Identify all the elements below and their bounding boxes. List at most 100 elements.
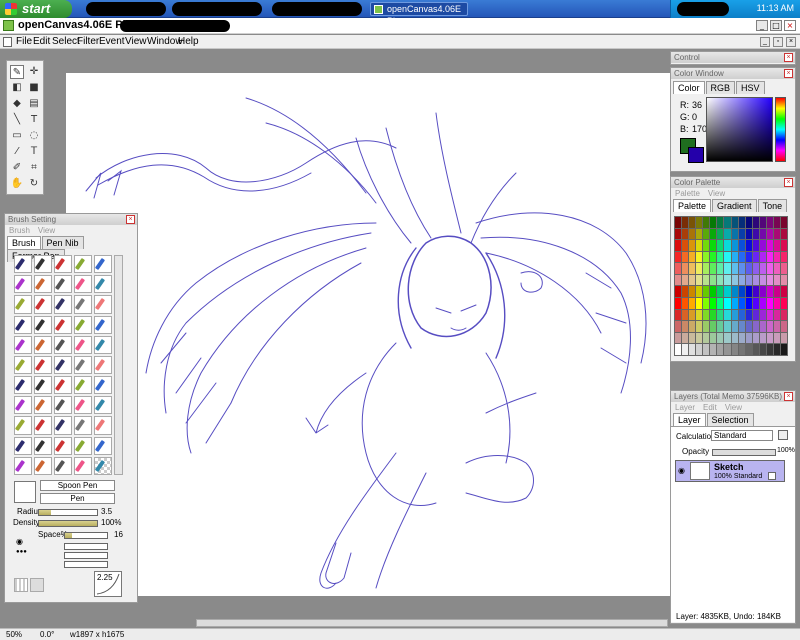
palette-swatch[interactable] [745,286,752,298]
palette-swatch[interactable] [752,217,759,228]
palette-swatch[interactable] [724,240,731,251]
brush-preset[interactable] [74,355,92,375]
palette-swatch[interactable] [703,309,710,321]
menu-filter[interactable]: Filter [77,36,99,47]
gradient-tool-icon[interactable]: ▤ [27,97,41,111]
rect-select-tool-icon[interactable]: ▭ [10,129,24,143]
start-button[interactable]: start [0,0,72,18]
palette-swatch[interactable] [766,263,773,274]
palette-swatch[interactable] [717,274,724,286]
lock-icon[interactable] [778,430,788,440]
color-window-close-icon[interactable]: × [784,69,793,78]
palette-swatch[interactable] [717,228,724,240]
brush-preset[interactable] [94,456,112,475]
menu-palette[interactable]: Palette [675,189,700,198]
palette-swatch[interactable] [689,228,696,240]
brush-preset[interactable] [54,255,72,274]
palette-swatch[interactable] [738,240,745,251]
brush-preset[interactable] [34,376,52,395]
color-palette-close-icon[interactable]: × [784,178,793,187]
foreground-color-swatch[interactable] [688,147,704,163]
brush-preset[interactable] [94,436,112,455]
palette-swatch[interactable] [752,263,759,274]
palette-swatch[interactable] [780,298,787,309]
palette-swatch[interactable] [773,263,780,274]
brush-setting-close-icon[interactable]: × [126,215,135,224]
palette-swatch[interactable] [780,274,787,286]
palette-swatch[interactable] [780,286,787,298]
palette-swatch[interactable] [745,332,752,344]
brush-preset[interactable] [94,396,112,415]
brush-grid-scrollbar[interactable] [114,255,123,475]
brush-preset[interactable] [54,295,72,314]
brush-name-field[interactable]: Spoon Pen [40,480,115,491]
palette-swatch[interactable] [745,309,752,321]
menu-view[interactable]: View [38,226,55,235]
eyedropper-tool-icon[interactable]: ✐ [10,161,24,175]
palette-swatch[interactable] [766,251,773,263]
menu-view[interactable]: View [725,403,742,412]
brush-preset[interactable] [54,396,72,415]
palette-swatch[interactable] [752,274,759,286]
brush-preset[interactable] [14,456,32,475]
menu-view[interactable]: View [125,36,147,47]
palette-swatch[interactable] [724,263,731,274]
palette-swatch[interactable] [724,228,731,240]
palette-swatch[interactable] [675,298,682,309]
text-vertical-tool-icon[interactable]: Ｔ [27,145,41,159]
drawing-canvas[interactable] [66,73,670,596]
palette-swatch[interactable] [752,240,759,251]
palette-swatch[interactable] [752,251,759,263]
brush-preset[interactable] [74,315,92,334]
palette-swatch[interactable] [745,251,752,263]
tab-layer[interactable]: Layer [673,413,706,426]
brush-preset[interactable] [94,315,112,334]
close-button[interactable]: × [784,20,796,31]
menu-help[interactable]: Help [178,36,199,47]
palette-swatch[interactable] [724,332,731,344]
palette-swatch[interactable] [759,332,766,344]
menu-edit[interactable]: Edit [703,403,717,412]
taskbar-task-opencanvas[interactable]: openCanvas4.06E Plus [370,2,468,26]
tab-pen-nib[interactable]: Pen Nib [41,236,84,249]
palette-swatch[interactable] [717,240,724,251]
rotate-tool-icon[interactable]: ↻ [27,177,41,191]
palette-swatch[interactable] [731,251,738,263]
palette-swatch[interactable] [717,332,724,344]
brush-preset[interactable] [74,436,92,455]
palette-swatch[interactable] [703,251,710,263]
brush-preset[interactable] [54,436,72,455]
tab-color[interactable]: Color [673,81,705,94]
doc-minimize-button[interactable]: _ [760,37,770,47]
palette-swatch[interactable] [731,344,738,355]
doc-close-button[interactable]: × [786,37,796,47]
texture-icon[interactable] [14,578,28,592]
palette-swatch[interactable] [766,240,773,251]
brush-preset[interactable] [54,376,72,395]
palette-swatch[interactable] [696,321,703,332]
doc-restore-button[interactable]: ▫ [773,37,783,47]
brush-preset[interactable] [74,275,92,294]
palette-swatch-grid[interactable] [674,216,788,356]
palette-swatch[interactable] [675,309,682,321]
brush-preset[interactable] [74,376,92,395]
palette-swatch[interactable] [745,263,752,274]
palette-swatch[interactable] [689,344,696,355]
tab-gradient[interactable]: Gradient [712,199,757,212]
palette-swatch[interactable] [731,217,738,228]
palette-swatch[interactable] [675,217,682,228]
palette-swatch[interactable] [766,332,773,344]
palette-swatch[interactable] [738,263,745,274]
palette-swatch[interactable] [682,286,689,298]
hue-slider[interactable] [775,97,786,162]
brush-preset[interactable] [54,335,72,354]
brush-preset[interactable] [54,315,72,334]
minimize-button[interactable]: _ [756,20,768,31]
palette-swatch[interactable] [773,309,780,321]
palette-swatch[interactable] [780,344,787,355]
menu-event[interactable]: Event [99,36,125,47]
density-slider[interactable] [38,520,98,527]
palette-swatch[interactable] [766,309,773,321]
palette-swatch[interactable] [710,217,717,228]
palette-swatch[interactable] [731,286,738,298]
